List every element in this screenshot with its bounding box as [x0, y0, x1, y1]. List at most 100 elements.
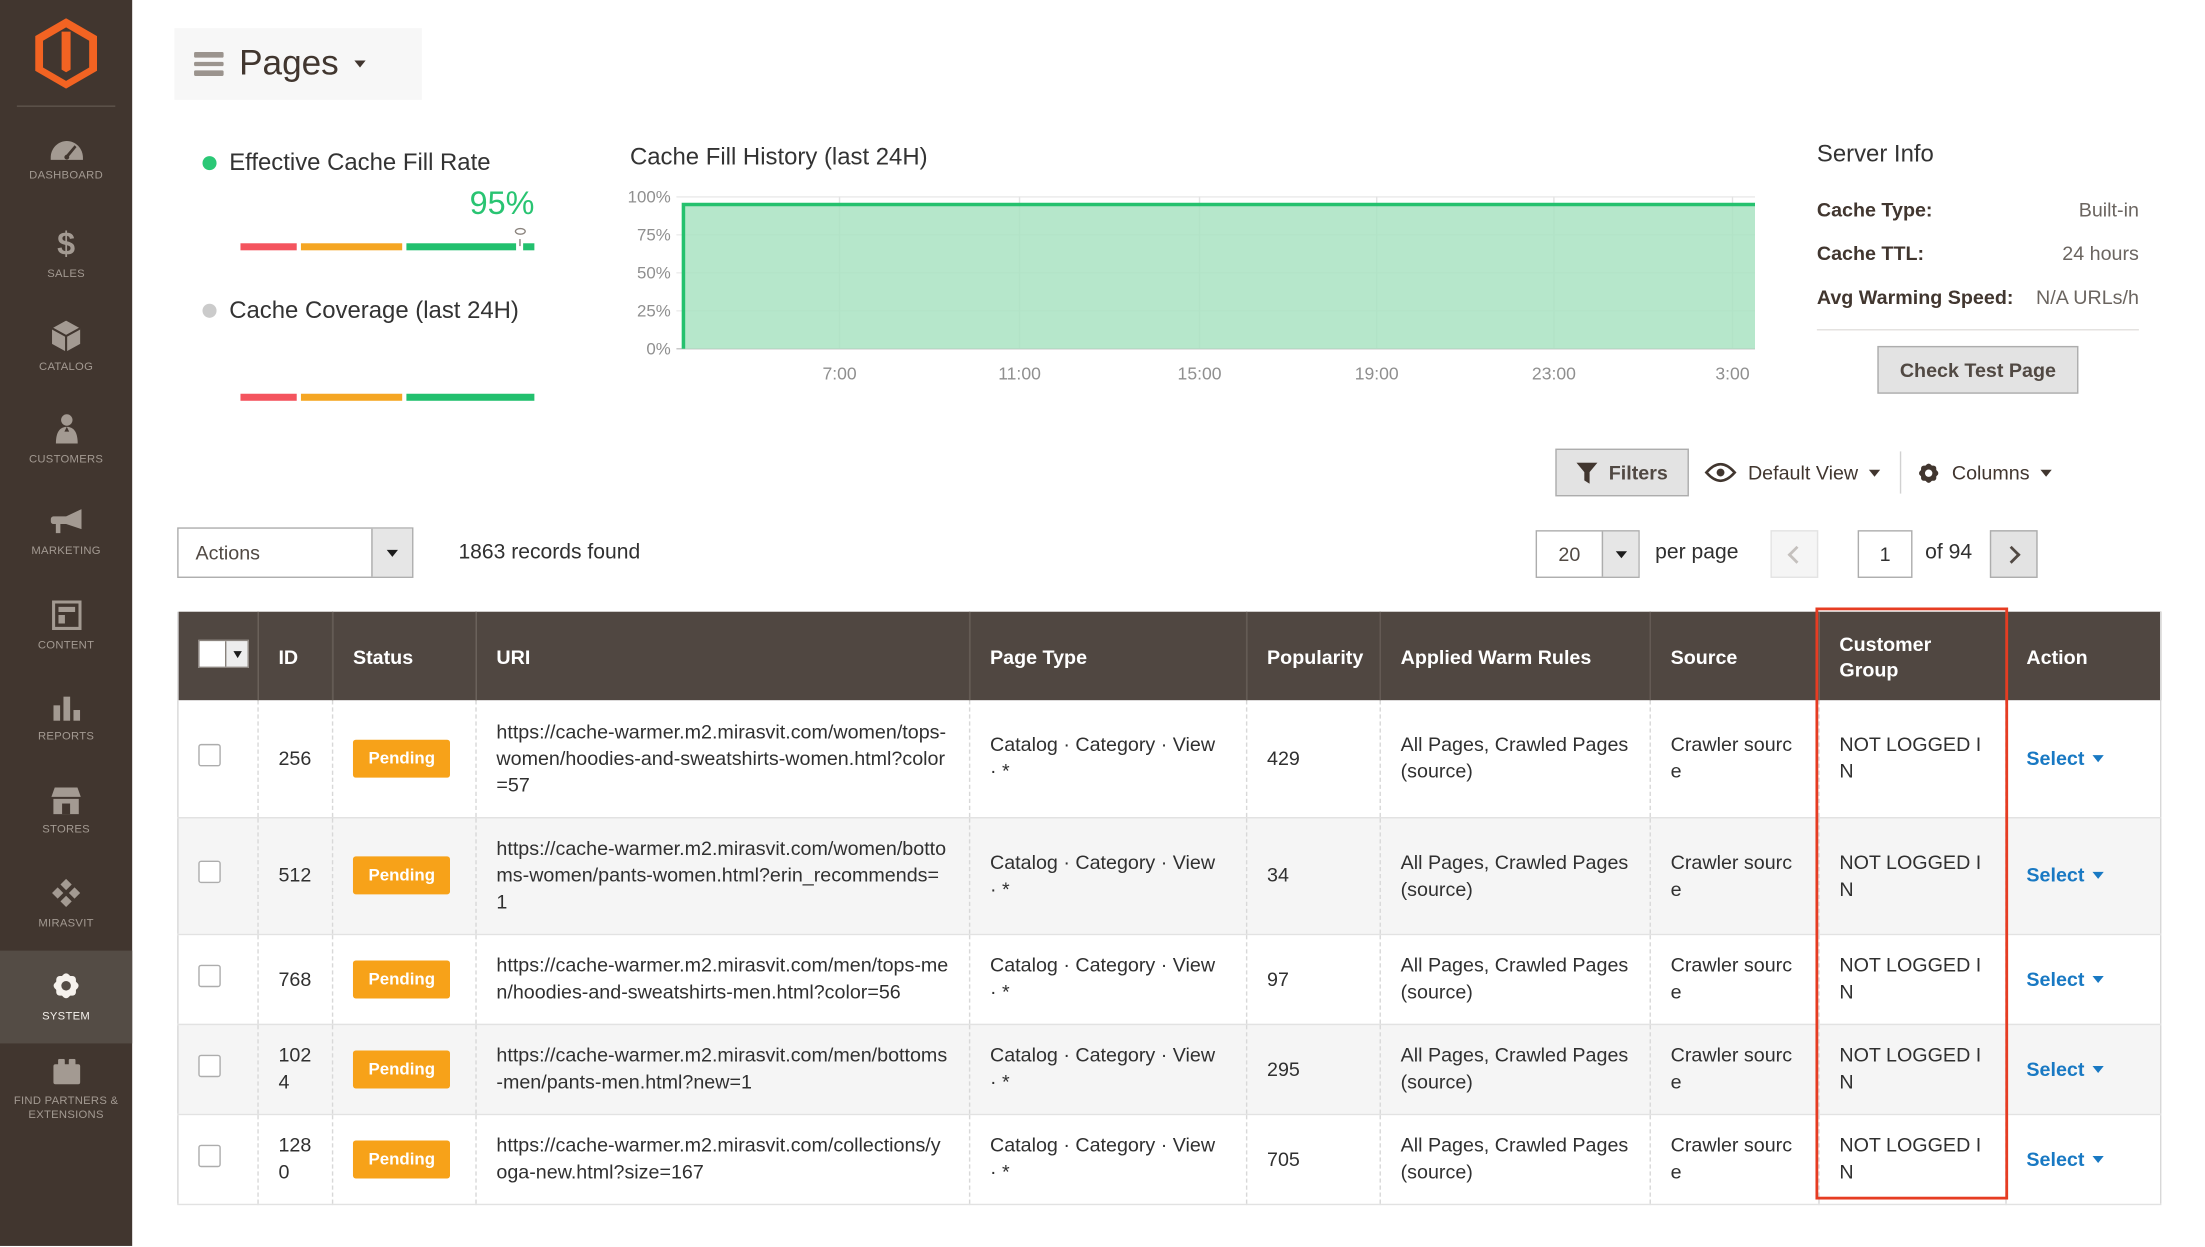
sales-dollar-icon: $ [57, 228, 75, 259]
marketing-megaphone-icon [50, 508, 82, 535]
cell-id: 256 [258, 700, 333, 817]
sidebar-item-content[interactable]: CONTENT [0, 579, 132, 672]
sidebar-item-system[interactable]: SYSTEM [0, 951, 132, 1044]
column-header-uri[interactable]: URI [476, 612, 970, 701]
cell-uri: https://cache-warmer.m2.mirasvit.com/wom… [476, 817, 970, 934]
columns-control[interactable]: Columns [1917, 449, 2052, 497]
page-title-menu[interactable]: Pages [174, 28, 422, 100]
admin-page: DASHBOARD $ SALES CATALOG CUSTOMERS [0, 0, 2205, 1246]
column-header-warm-rules[interactable]: Applied Warm Rules [1380, 612, 1650, 701]
column-header-page-type[interactable]: Page Type [970, 612, 1247, 701]
default-view-control[interactable]: Default View [1704, 449, 1880, 497]
sidebar-item-find-partners[interactable]: FIND PARTNERS & EXTENSIONS [0, 1043, 132, 1136]
next-page-button[interactable] [1990, 530, 2038, 578]
cell-warm-rules: All Pages, Crawled Pages (source) [1380, 817, 1650, 934]
cell-source: Crawler source [1650, 1024, 1819, 1114]
sidebar-item-marketing[interactable]: MARKETING [0, 487, 132, 580]
sidebar-item-catalog[interactable]: CATALOG [0, 301, 132, 394]
menu-icon [194, 52, 224, 75]
dashboard-gauge-icon [50, 141, 82, 161]
column-header-action[interactable]: Action [2006, 612, 2161, 701]
screenshot-viewport: DASHBOARD $ SALES CATALOG CUSTOMERS [0, 0, 2205, 1247]
pages-grid: ID Status URI Page Type Popularity Appli… [177, 612, 2161, 1205]
column-header-source[interactable]: Source [1650, 612, 1819, 701]
svg-text:25%: 25% [637, 301, 671, 320]
sidebar-item-customers[interactable]: CUSTOMERS [0, 394, 132, 487]
per-page-label: per page [1655, 540, 1738, 564]
svg-text:100%: 100% [628, 188, 671, 207]
per-page-dropdown[interactable]: 20 [1536, 530, 1640, 578]
previous-page-button[interactable] [1770, 530, 1818, 578]
chevron-down-icon [2093, 1155, 2104, 1162]
sidebar-item-stores[interactable]: STORES [0, 765, 132, 858]
cell-popularity: 705 [1247, 1114, 1381, 1204]
column-header-status[interactable]: Status [333, 612, 476, 701]
stores-storefront-icon [51, 787, 82, 814]
cell-warm-rules: All Pages, Crawled Pages (source) [1380, 700, 1650, 817]
row-select-action[interactable]: Select [2026, 1055, 2104, 1082]
mirasvit-pinwheel-icon [51, 878, 82, 909]
cell-customer-group: NOT LOGGED IN [1819, 1114, 2006, 1204]
chevron-down-icon [1869, 469, 1880, 476]
svg-text:0%: 0% [646, 339, 670, 358]
gauge-pin-marker[interactable] [514, 228, 525, 235]
sidebar-item-mirasvit[interactable]: MIRASVIT [0, 858, 132, 951]
row-checkbox[interactable] [198, 1054, 221, 1077]
gauge-green-segment [406, 394, 534, 401]
cell-warm-rules: All Pages, Crawled Pages (source) [1380, 1114, 1650, 1204]
fill-rate-value: 95% [240, 184, 534, 222]
actions-dropdown[interactable]: Actions [177, 527, 413, 578]
system-gear-icon [51, 970, 82, 1001]
coverage-gauge[interactable] [240, 394, 534, 401]
gear-icon [1917, 461, 1941, 485]
cell-source: Crawler source [1650, 817, 1819, 934]
filters-button[interactable]: Filters [1555, 449, 1689, 497]
cell-uri: https://cache-warmer.m2.mirasvit.com/wom… [476, 700, 970, 817]
cell-source: Crawler source [1650, 700, 1819, 817]
row-select-action[interactable]: Select [2026, 1145, 2104, 1172]
sidebar-item-reports[interactable]: REPORTS [0, 672, 132, 765]
cell-customer-group: NOT LOGGED IN [1819, 700, 2006, 817]
sidebar-nav: DASHBOARD $ SALES CATALOG CUSTOMERS [0, 115, 132, 1136]
svg-text:11:00: 11:00 [998, 364, 1041, 384]
row-checkbox[interactable] [198, 1144, 221, 1167]
current-page-input[interactable] [1858, 530, 1913, 578]
row-checkbox[interactable] [198, 861, 221, 884]
sidebar-item-dashboard[interactable]: DASHBOARD [0, 115, 132, 208]
area-series [683, 204, 1755, 348]
svg-text:7:00: 7:00 [822, 364, 856, 384]
chevron-right-icon [2003, 545, 2021, 563]
fill-rate-gauge[interactable] [240, 243, 534, 250]
magento-logo[interactable] [0, 0, 132, 105]
select-all-checkbox[interactable] [198, 640, 249, 668]
row-select-action[interactable]: Select [2026, 745, 2104, 772]
cache-ttl-row: Cache TTL: 24 hours [1817, 242, 2139, 265]
cell-popularity: 34 [1247, 817, 1381, 934]
row-checkbox[interactable] [198, 964, 221, 987]
status-badge: Pending [353, 856, 451, 894]
coverage-label: Cache Coverage (last 24H) [203, 297, 519, 325]
table-row: 1280 Pending https://cache-warmer.m2.mir… [178, 1114, 2161, 1204]
row-select-action[interactable]: Select [2026, 965, 2104, 992]
svg-text:15:00: 15:00 [1178, 364, 1222, 384]
column-header-popularity[interactable]: Popularity [1247, 612, 1381, 701]
svg-text:23:00: 23:00 [1532, 364, 1576, 384]
row-select-action[interactable]: Select [2026, 862, 2104, 889]
sidebar-item-sales[interactable]: $ SALES [0, 208, 132, 301]
row-checkbox[interactable] [198, 744, 221, 767]
column-header-id[interactable]: ID [258, 612, 333, 701]
check-test-page-button[interactable]: Check Test Page [1877, 346, 2078, 394]
gauge-green-stub [523, 243, 534, 250]
cell-customer-group: NOT LOGGED IN [1819, 1024, 2006, 1114]
status-badge: Pending [353, 1050, 451, 1088]
extensions-brick-icon [50, 1058, 82, 1085]
cell-popularity: 97 [1247, 934, 1381, 1024]
gauge-orange-segment [301, 394, 402, 401]
cell-page-type: Catalog · Category · View · * [970, 817, 1247, 934]
column-header-customer-group[interactable]: Customer Group [1819, 612, 2006, 701]
cell-customer-group: NOT LOGGED IN [1819, 817, 2006, 934]
chevron-down-icon [2093, 872, 2104, 879]
customers-person-icon [54, 413, 78, 444]
chevron-down-icon [2093, 755, 2104, 762]
svg-text:75%: 75% [637, 225, 671, 244]
